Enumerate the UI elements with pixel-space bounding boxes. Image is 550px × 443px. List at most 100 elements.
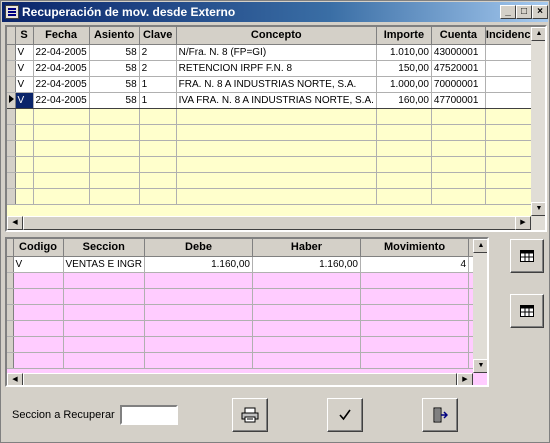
col-header-fecha[interactable]: Fecha xyxy=(33,27,90,45)
seccion-input[interactable] xyxy=(120,405,178,425)
col-header-clave[interactable]: Clave xyxy=(139,27,177,45)
row-indicator[interactable] xyxy=(7,156,16,173)
empty-cell[interactable] xyxy=(33,156,90,173)
empty-cell[interactable] xyxy=(376,108,432,125)
empty-cell[interactable] xyxy=(63,320,145,337)
empty-cell[interactable] xyxy=(89,140,140,157)
empty-cell[interactable] xyxy=(144,288,253,305)
exit-button[interactable] xyxy=(422,398,458,432)
col-header-movimiento[interactable]: Movimiento xyxy=(360,239,469,257)
empty-cell[interactable] xyxy=(360,352,469,369)
cell-importe[interactable]: 1.010,00 xyxy=(376,44,432,61)
table-row[interactable] xyxy=(7,272,485,289)
empty-cell[interactable] xyxy=(144,304,253,321)
col-header-concepto[interactable]: Concepto xyxy=(176,27,377,45)
empty-cell[interactable] xyxy=(63,272,145,289)
empty-cell[interactable] xyxy=(360,304,469,321)
table-row[interactable]: V 22-04-2005 58 2 N/Fra. N. 8 (FP=GI) 1.010,0… xyxy=(7,44,541,61)
empty-cell[interactable] xyxy=(252,288,361,305)
maximize-button[interactable]: □ xyxy=(516,5,532,19)
cell-asiento[interactable]: 58 xyxy=(89,76,140,93)
sections-grid[interactable]: Codigo Seccion Debe Haber Movimiento V VE… xyxy=(5,237,489,387)
empty-cell[interactable] xyxy=(15,188,34,205)
col-header-importe[interactable]: Importe xyxy=(376,27,432,45)
empty-cell[interactable] xyxy=(176,140,377,157)
cell-cuenta[interactable]: 47700001 xyxy=(431,91,486,109)
horizontal-scroll-thumb[interactable] xyxy=(23,373,457,385)
cell-cuenta[interactable]: 70000001 xyxy=(431,76,486,93)
table-row[interactable]: V VENTAS E INGR 1.160,00 1.160,00 4 xyxy=(7,256,485,273)
empty-cell[interactable] xyxy=(376,172,432,189)
empty-cell[interactable] xyxy=(252,336,361,353)
empty-cell[interactable] xyxy=(376,140,432,157)
cell-asiento[interactable]: 58 xyxy=(89,60,140,77)
row-indicator[interactable] xyxy=(7,124,16,141)
cell-clave[interactable]: 2 xyxy=(139,44,177,61)
minimize-button[interactable]: _ xyxy=(500,5,516,19)
empty-cell[interactable] xyxy=(15,156,34,173)
empty-cell[interactable] xyxy=(176,188,377,205)
scroll-left-button[interactable]: ◀ xyxy=(7,216,23,230)
col-header-debe[interactable]: Debe xyxy=(144,239,253,257)
cell-importe[interactable]: 160,00 xyxy=(376,91,432,109)
cell-s[interactable]: V xyxy=(15,60,34,77)
empty-cell[interactable] xyxy=(376,188,432,205)
empty-cell[interactable] xyxy=(33,140,90,157)
cell-asiento[interactable]: 58 xyxy=(89,91,140,109)
row-indicator[interactable] xyxy=(7,188,16,205)
row-indicator[interactable] xyxy=(7,60,16,77)
top-vertical-scrollbar[interactable]: ▲ ▼ xyxy=(531,27,545,230)
table-row[interactable] xyxy=(7,352,485,369)
empty-cell[interactable] xyxy=(431,188,486,205)
table-row[interactable] xyxy=(7,108,541,125)
empty-cell[interactable] xyxy=(176,124,377,141)
grid-button-2[interactable] xyxy=(510,294,544,328)
empty-cell[interactable] xyxy=(139,156,177,173)
empty-cell[interactable] xyxy=(13,304,64,321)
col-header-haber[interactable]: Haber xyxy=(252,239,361,257)
cell-clave[interactable]: 1 xyxy=(139,91,177,109)
bottom-vertical-scrollbar[interactable]: ▲ ▼ xyxy=(473,239,487,373)
cell-concepto[interactable]: FRA. N. 8 A INDUSTRIAS NORTE, S.A. xyxy=(176,76,377,93)
col-header-seccion[interactable]: Seccion xyxy=(63,239,145,257)
empty-cell[interactable] xyxy=(376,156,432,173)
cell-fecha[interactable]: 22-04-2005 xyxy=(33,76,90,93)
empty-cell[interactable] xyxy=(176,156,377,173)
cell-fecha[interactable]: 22-04-2005 xyxy=(33,44,90,61)
cell-concepto[interactable]: N/Fra. N. 8 (FP=GI) xyxy=(176,44,377,61)
top-horizontal-scrollbar[interactable]: ◀ ▶ xyxy=(7,216,531,230)
empty-cell[interactable] xyxy=(360,336,469,353)
empty-cell[interactable] xyxy=(63,304,145,321)
empty-cell[interactable] xyxy=(376,124,432,141)
empty-cell[interactable] xyxy=(139,140,177,157)
cell-cuenta[interactable]: 43000001 xyxy=(431,44,486,61)
cell-s[interactable]: V xyxy=(15,91,34,109)
empty-cell[interactable] xyxy=(63,336,145,353)
empty-cell[interactable] xyxy=(13,320,64,337)
empty-cell[interactable] xyxy=(431,124,486,141)
empty-cell[interactable] xyxy=(252,320,361,337)
cell-concepto[interactable]: IVA FRA. N. 8 A INDUSTRIAS NORTE, S.A. xyxy=(176,91,377,109)
scroll-left-button[interactable]: ◀ xyxy=(7,373,23,385)
scroll-down-button[interactable]: ▼ xyxy=(531,202,545,216)
cell-clave[interactable]: 2 xyxy=(139,60,177,77)
empty-cell[interactable] xyxy=(89,156,140,173)
empty-cell[interactable] xyxy=(13,352,64,369)
cell-debe[interactable]: 1.160,00 xyxy=(144,256,253,273)
empty-cell[interactable] xyxy=(33,172,90,189)
table-row[interactable]: V 22-04-2005 58 1 IVA FRA. N. 8 A INDUSTRIAS… xyxy=(7,91,541,109)
empty-cell[interactable] xyxy=(144,272,253,289)
empty-cell[interactable] xyxy=(176,108,377,125)
empty-cell[interactable] xyxy=(15,124,34,141)
table-row[interactable] xyxy=(7,156,541,173)
empty-cell[interactable] xyxy=(89,172,140,189)
cell-fecha[interactable]: 22-04-2005 xyxy=(33,91,90,109)
row-indicator[interactable] xyxy=(7,76,16,93)
empty-cell[interactable] xyxy=(63,288,145,305)
row-indicator[interactable] xyxy=(7,172,16,189)
row-indicator[interactable] xyxy=(7,44,16,61)
bottom-horizontal-scrollbar[interactable]: ◀ ▶ xyxy=(7,373,473,385)
movements-grid[interactable]: S Fecha Asiento Clave Concepto Importe C… xyxy=(5,25,547,232)
col-header-s[interactable]: S xyxy=(15,27,34,45)
empty-cell[interactable] xyxy=(360,320,469,337)
